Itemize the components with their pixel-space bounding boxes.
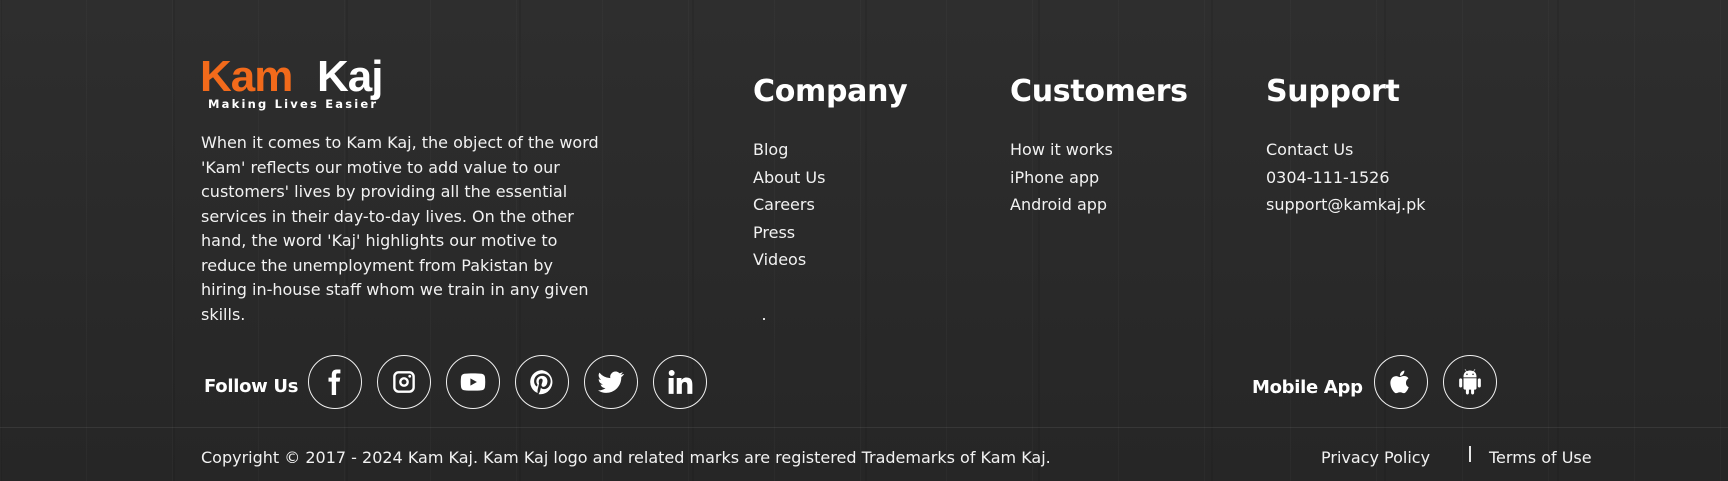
android-app-link[interactable]: Android app [1010, 191, 1188, 219]
facebook-button[interactable] [308, 355, 362, 409]
pinterest-button[interactable] [515, 355, 569, 409]
site-footer: Kam Kaj Making Lives Easier When it come… [0, 0, 1728, 481]
logo-tagline: Making Lives Easier [208, 97, 379, 111]
copyright-text: Copyright © 2017 - 2024 Kam Kaj. Kam Kaj… [201, 448, 1051, 467]
apple-icon [1390, 370, 1409, 394]
instagram-icon [393, 371, 415, 393]
twitter-button[interactable] [584, 355, 638, 409]
company-heading: Company [753, 74, 908, 109]
legal-separator [1469, 446, 1471, 462]
press-link[interactable]: Press [753, 219, 907, 247]
careers-link[interactable]: Careers [753, 191, 907, 219]
decorative-dot [763, 318, 765, 320]
contact-us-link[interactable]: Contact Us [1266, 136, 1426, 164]
mobile-app-label: Mobile App [1252, 377, 1363, 398]
blog-link[interactable]: Blog [753, 136, 907, 164]
android-icon [1459, 369, 1481, 395]
how-it-works-link[interactable]: How it works [1010, 136, 1188, 164]
iphone-app-link[interactable]: iPhone app [1010, 164, 1188, 192]
twitter-icon [598, 371, 624, 393]
privacy-policy-link[interactable]: Privacy Policy [1321, 448, 1430, 467]
company-column: Company Blog About Us Careers Press Vide… [753, 72, 908, 274]
logo-kaj-text: Kaj [317, 52, 383, 101]
footer-divider [0, 427, 1728, 428]
customers-heading: Customers [1010, 74, 1188, 109]
terms-of-use-link[interactable]: Terms of Use [1489, 448, 1592, 467]
about-us-link[interactable]: About Us [753, 164, 907, 192]
linkedin-button[interactable] [653, 355, 707, 409]
support-column: Support Contact Us 0304-111-1526 support… [1266, 72, 1426, 219]
about-text: When it comes to Kam Kaj, the object of … [201, 133, 599, 324]
facebook-icon [328, 369, 341, 395]
youtube-icon [460, 373, 486, 391]
instagram-button[interactable] [377, 355, 431, 409]
phone-link[interactable]: 0304-111-1526 [1266, 164, 1426, 192]
support-heading: Support [1266, 74, 1400, 109]
pinterest-icon [530, 370, 553, 395]
linkedin-icon [668, 370, 693, 394]
email-link[interactable]: support@kamkaj.pk [1266, 191, 1426, 219]
youtube-button[interactable] [446, 355, 500, 409]
videos-link[interactable]: Videos [753, 246, 907, 274]
play-store-button[interactable] [1443, 355, 1497, 409]
follow-us-label: Follow Us [204, 376, 299, 397]
kamkaj-logo[interactable]: Kam Kaj Making Lives Easier [200, 54, 400, 114]
app-store-button[interactable] [1374, 355, 1428, 409]
logo-kam-text: Kam [200, 52, 293, 101]
customers-column: Customers How it works iPhone app Androi… [1010, 72, 1188, 219]
